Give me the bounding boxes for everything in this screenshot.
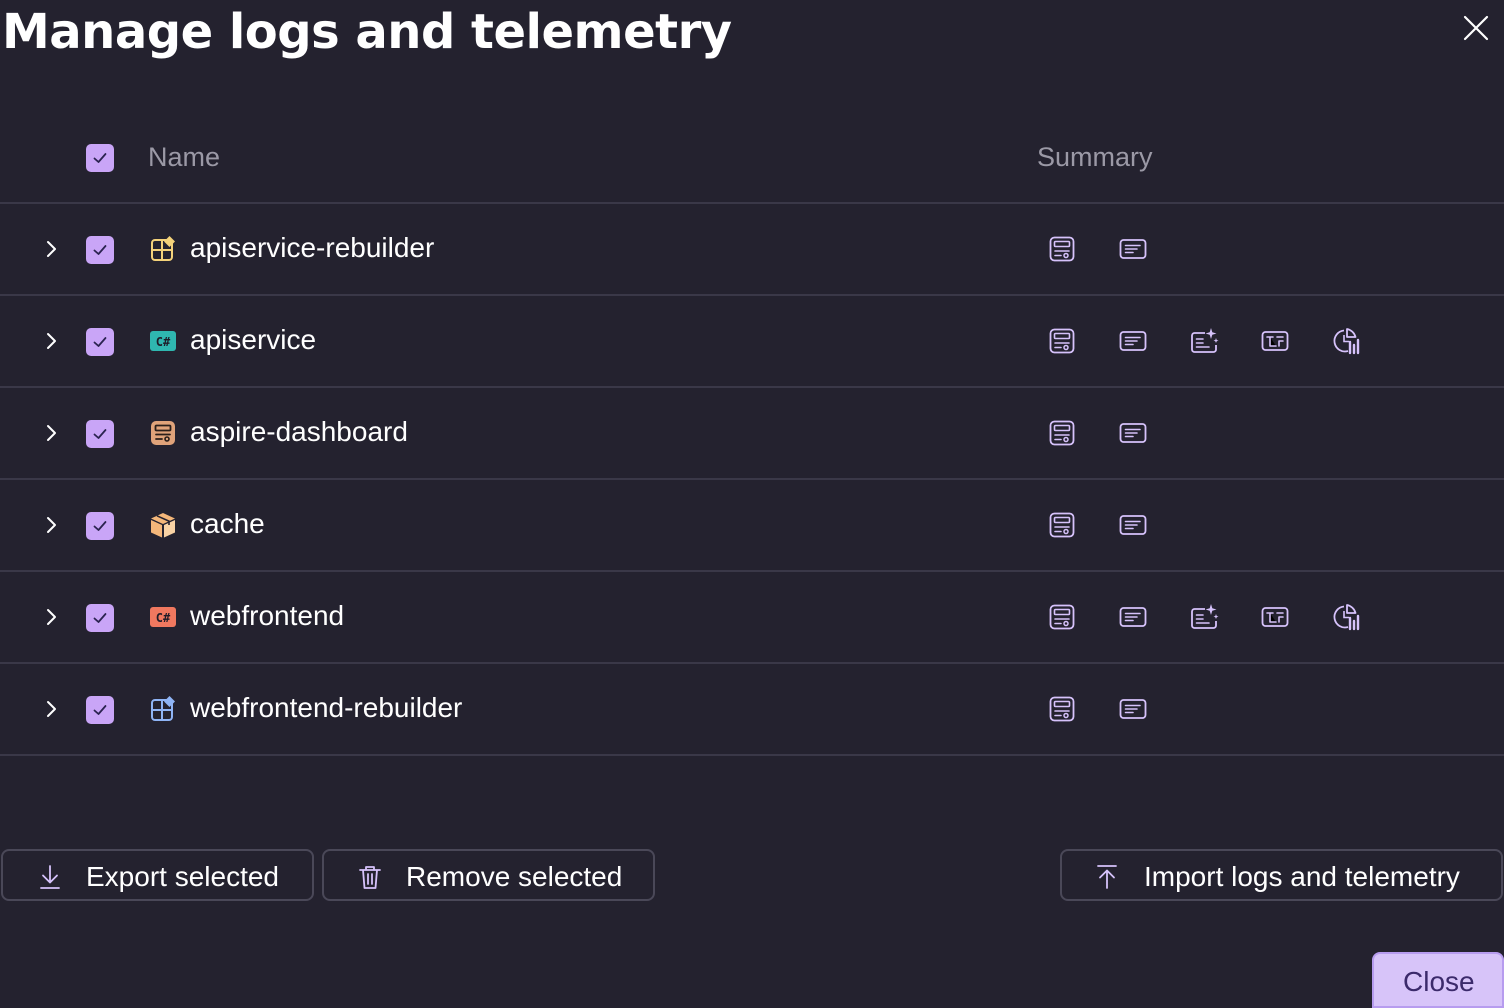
close-icon[interactable]	[1460, 12, 1492, 44]
close-button[interactable]: Close	[1372, 952, 1504, 1008]
csharp-project-icon: C#	[149, 327, 177, 355]
row-checkbox[interactable]	[86, 328, 114, 356]
csharp-project-icon: C#	[149, 603, 177, 631]
structured-logs-icon[interactable]	[1118, 510, 1148, 540]
console-logs-icon[interactable]	[1047, 418, 1077, 448]
row-checkbox[interactable]	[86, 236, 114, 264]
row-checkbox[interactable]	[86, 420, 114, 448]
row-checkbox[interactable]	[86, 512, 114, 540]
resource-name: webfrontend-rebuilder	[190, 692, 463, 723]
structured-logs-icon[interactable]	[1118, 418, 1148, 448]
table-row[interactable]: webfrontend-rebuilder	[0, 664, 1504, 756]
console-logs-icon[interactable]	[1047, 694, 1077, 724]
console-logs-icon[interactable]	[1047, 234, 1077, 264]
import-logs-label: Import logs and telemetry	[1144, 861, 1460, 892]
chevron-right-icon[interactable]	[40, 421, 62, 445]
table-row[interactable]: C# webfrontend	[0, 572, 1504, 664]
console-logs-icon[interactable]	[1047, 326, 1077, 356]
checkmark-icon	[93, 429, 107, 439]
resource-name: apiservice-rebuilder	[190, 232, 435, 263]
import-logs-button[interactable]: Import logs and telemetry	[1060, 849, 1503, 901]
export-selected-button[interactable]: Export selected	[1, 849, 314, 901]
select-all-checkbox[interactable]	[86, 144, 114, 172]
upload-icon	[1092, 862, 1122, 892]
console-logs-icon[interactable]	[1047, 602, 1077, 632]
svg-text:C#: C#	[156, 335, 171, 349]
traces-icon[interactable]	[1189, 602, 1219, 632]
checkmark-icon	[93, 245, 107, 255]
executable-icon	[149, 235, 177, 263]
metrics-icon[interactable]	[1331, 602, 1361, 632]
checkmark-icon	[93, 705, 107, 715]
dialog-title: Manage logs and telemetry	[2, 4, 732, 60]
download-icon	[35, 862, 65, 892]
container-icon	[149, 511, 177, 539]
column-header-summary: Summary	[1037, 142, 1153, 172]
structured-logs-icon[interactable]	[1118, 602, 1148, 632]
structured-logs-icon[interactable]	[1118, 326, 1148, 356]
spans-icon[interactable]	[1260, 326, 1290, 356]
grid-header: Name Summary	[0, 112, 1504, 204]
table-row[interactable]: C# apiservice	[0, 296, 1504, 388]
container-app-icon	[149, 419, 177, 447]
svg-text:C#: C#	[156, 611, 171, 625]
remove-selected-label: Remove selected	[406, 861, 623, 892]
spans-icon[interactable]	[1260, 602, 1290, 632]
checkmark-icon	[93, 613, 107, 623]
remove-selected-button[interactable]: Remove selected	[322, 849, 655, 901]
resource-name: apiservice	[190, 324, 317, 355]
table-row[interactable]: aspire-dashboard	[0, 388, 1504, 480]
resource-name: aspire-dashboard	[190, 416, 408, 447]
close-button-label: Close	[1403, 966, 1475, 997]
export-selected-label: Export selected	[86, 861, 279, 892]
chevron-right-icon[interactable]	[40, 513, 62, 537]
chevron-right-icon[interactable]	[40, 605, 62, 629]
row-checkbox[interactable]	[86, 696, 114, 724]
trash-icon	[355, 862, 385, 892]
chevron-right-icon[interactable]	[40, 697, 62, 721]
row-checkbox[interactable]	[86, 604, 114, 632]
checkmark-icon	[93, 337, 107, 347]
chevron-right-icon[interactable]	[40, 237, 62, 261]
console-logs-icon[interactable]	[1047, 510, 1077, 540]
metrics-icon[interactable]	[1331, 326, 1361, 356]
chevron-right-icon[interactable]	[40, 329, 62, 353]
checkmark-icon	[93, 153, 107, 163]
checkmark-icon	[93, 521, 107, 531]
resource-name: cache	[190, 508, 265, 539]
structured-logs-icon[interactable]	[1118, 694, 1148, 724]
column-header-name[interactable]: Name	[148, 142, 220, 173]
manage-logs-dialog: Manage logs and telemetry Name Summary a…	[0, 0, 1504, 1008]
table-row[interactable]: apiservice-rebuilder	[0, 204, 1504, 296]
executable-icon	[149, 695, 177, 723]
resource-name: webfrontend	[190, 600, 345, 631]
traces-icon[interactable]	[1189, 326, 1219, 356]
table-row[interactable]: cache	[0, 480, 1504, 572]
structured-logs-icon[interactable]	[1118, 234, 1148, 264]
